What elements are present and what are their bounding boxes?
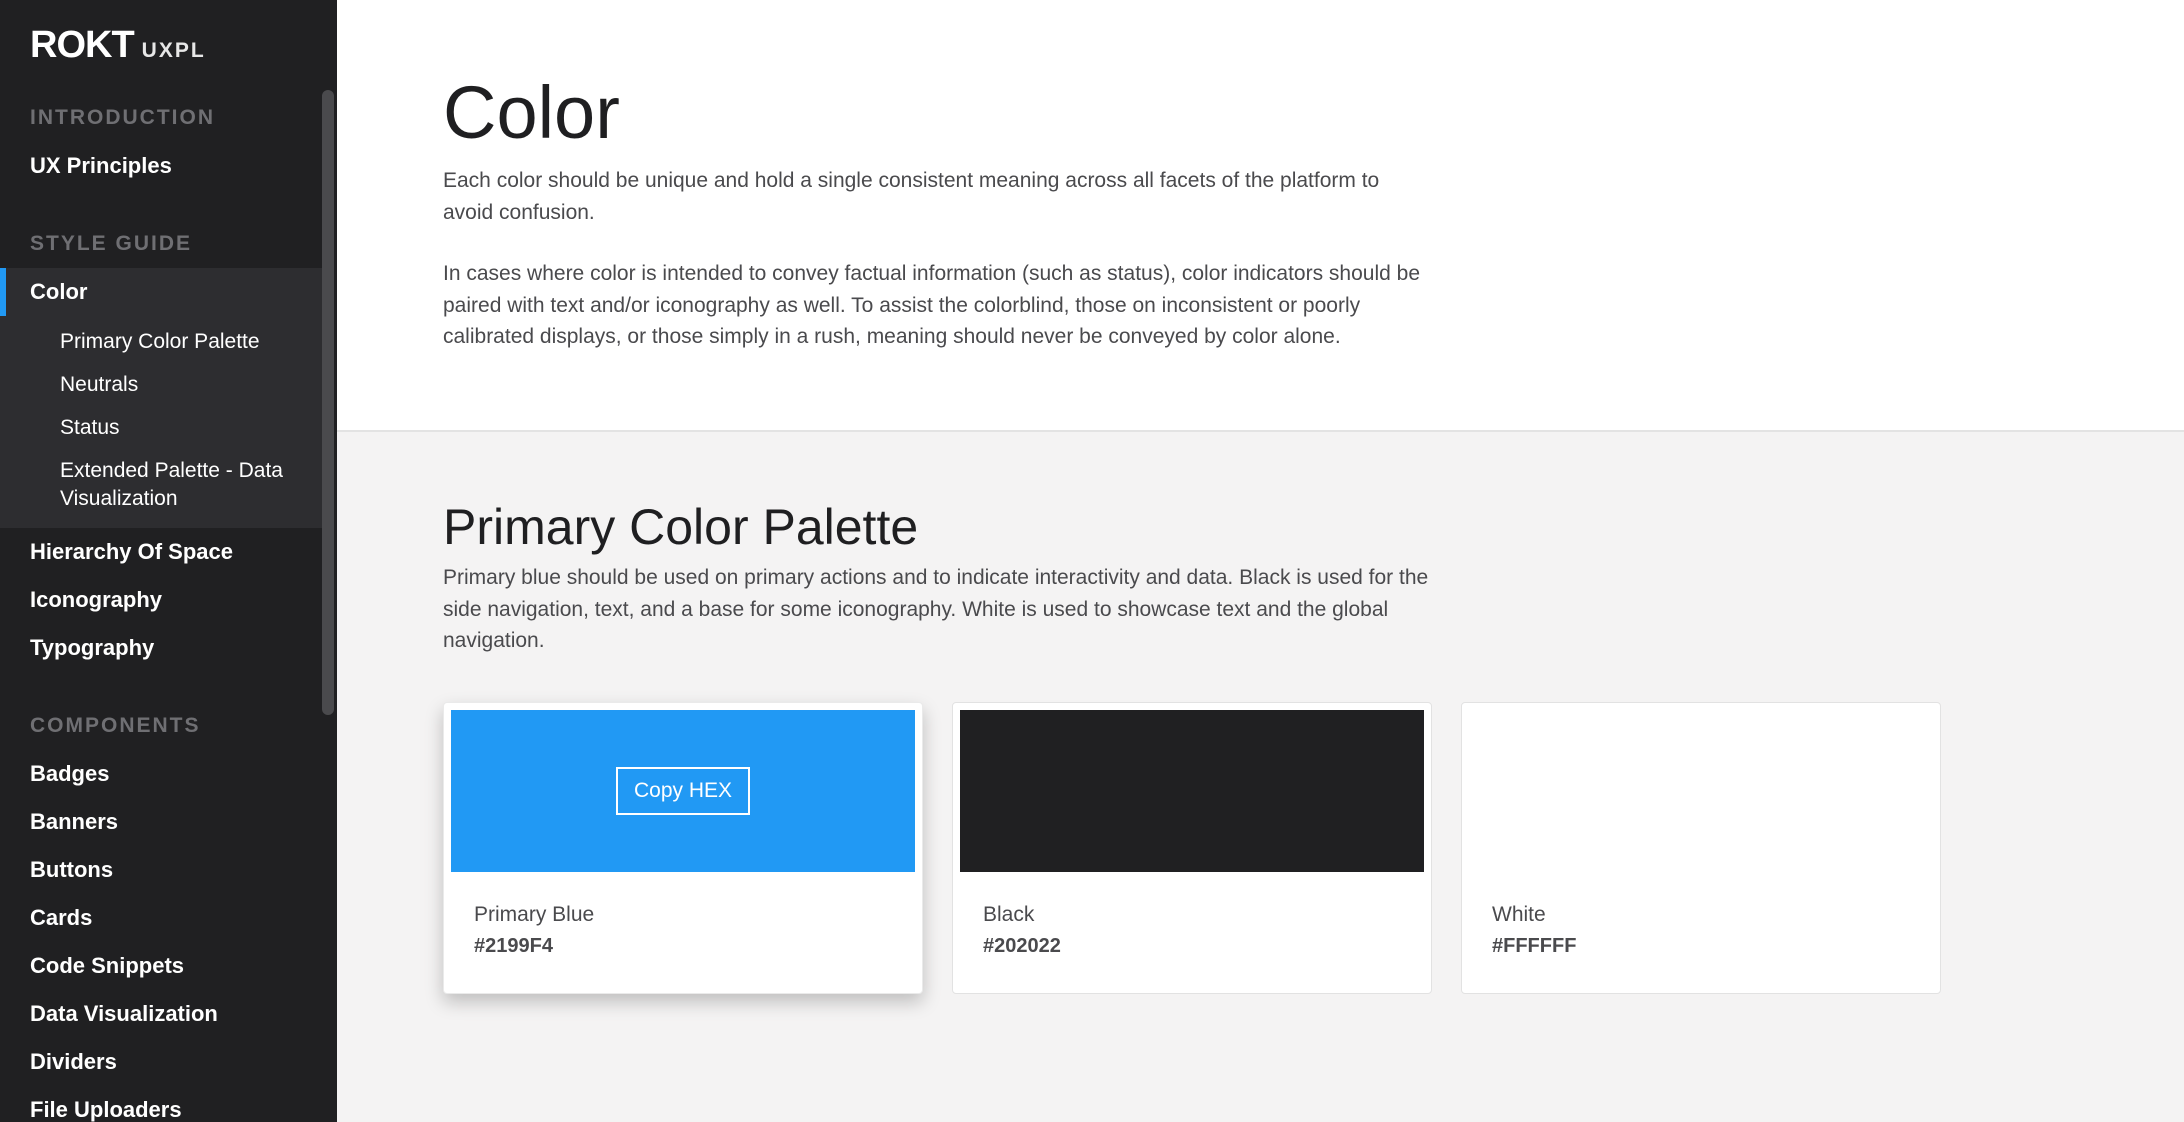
color-swatch-black[interactable] (960, 710, 1424, 872)
copy-hex-button[interactable]: Copy HEX (615, 767, 751, 815)
color-card-white[interactable]: White #FFFFFF (1461, 702, 1941, 994)
primary-palette-section: Primary Color Palette Primary blue shoul… (337, 432, 2184, 1122)
sidebar-item-data-visualization[interactable]: Data Visualization (0, 990, 322, 1038)
color-hex: #FFFFFF (1492, 935, 1577, 957)
brand-logo[interactable]: ROKT UXPL (30, 24, 206, 67)
intro-paragraph-2: In cases where color is intended to conv… (443, 262, 1421, 348)
intro-paragraph-1: Each color should be unique and hold a s… (443, 169, 1380, 224)
sidebar-item-hierarchy-of-space[interactable]: Hierarchy Of Space (0, 528, 322, 576)
rokt-logo: ROKT (30, 24, 135, 66)
color-swatch-white[interactable] (1469, 710, 1933, 872)
color-hex: #2199F4 (474, 935, 553, 957)
sidebar-item-cards[interactable]: Cards (0, 894, 322, 942)
sidebar-scrollbar[interactable] (322, 90, 334, 715)
sidebar-item-ux-principles[interactable]: UX Principles (0, 142, 322, 190)
sidebar-subitem-status[interactable]: Status (0, 406, 322, 449)
sidebar-item-banners[interactable]: Banners (0, 798, 322, 846)
section-description: Primary blue should be used on primary a… (443, 566, 1429, 652)
sidebar-nav: INTRODUCTION UX Principles STYLE GUIDE C… (0, 94, 322, 1122)
sidebar-item-file-uploaders[interactable]: File Uploaders (0, 1086, 322, 1122)
sidebar-subitem-primary-color-palette[interactable]: Primary Color Palette (0, 320, 322, 363)
sidebar-item-dividers[interactable]: Dividers (0, 1038, 322, 1086)
section-title: Primary Color Palette (443, 499, 919, 555)
color-name: Primary Blue (474, 903, 595, 926)
sidebar-item-iconography[interactable]: Iconography (0, 576, 322, 624)
section-header-introduction: INTRODUCTION (30, 106, 215, 129)
page-title: Color (443, 71, 620, 154)
color-name: White (1492, 903, 1546, 926)
sidebar-item-color[interactable]: Color (0, 268, 322, 316)
sidebar: ROKT UXPL INTRODUCTION UX Principles STY… (0, 0, 337, 1122)
color-name: Black (983, 903, 1035, 926)
color-swatch-primary-blue[interactable]: Copy HEX (451, 710, 915, 872)
section-header-style-guide: STYLE GUIDE (30, 232, 193, 255)
sidebar-item-code-snippets[interactable]: Code Snippets (0, 942, 322, 990)
color-subnav: Primary Color Palette Neutrals Status Ex… (0, 316, 322, 528)
uxpl-label: UXPL (141, 39, 206, 62)
sidebar-item-badges[interactable]: Badges (0, 750, 322, 798)
color-hex: #202022 (983, 935, 1061, 957)
color-card-black[interactable]: Black #202022 (952, 702, 1432, 994)
intro-text: Each color should be unique and hold a s… (443, 165, 1433, 383)
sidebar-item-typography[interactable]: Typography (0, 624, 322, 672)
section-header-components: COMPONENTS (30, 714, 201, 737)
sidebar-subitem-extended-palette[interactable]: Extended Palette - Data Visualization (0, 449, 322, 520)
color-card-primary-blue[interactable]: Copy HEX Primary Blue #2199F4 (443, 702, 923, 994)
sidebar-item-buttons[interactable]: Buttons (0, 846, 322, 894)
sidebar-subitem-neutrals[interactable]: Neutrals (0, 363, 322, 406)
intro-section: Color Each color should be unique and ho… (337, 0, 2184, 432)
